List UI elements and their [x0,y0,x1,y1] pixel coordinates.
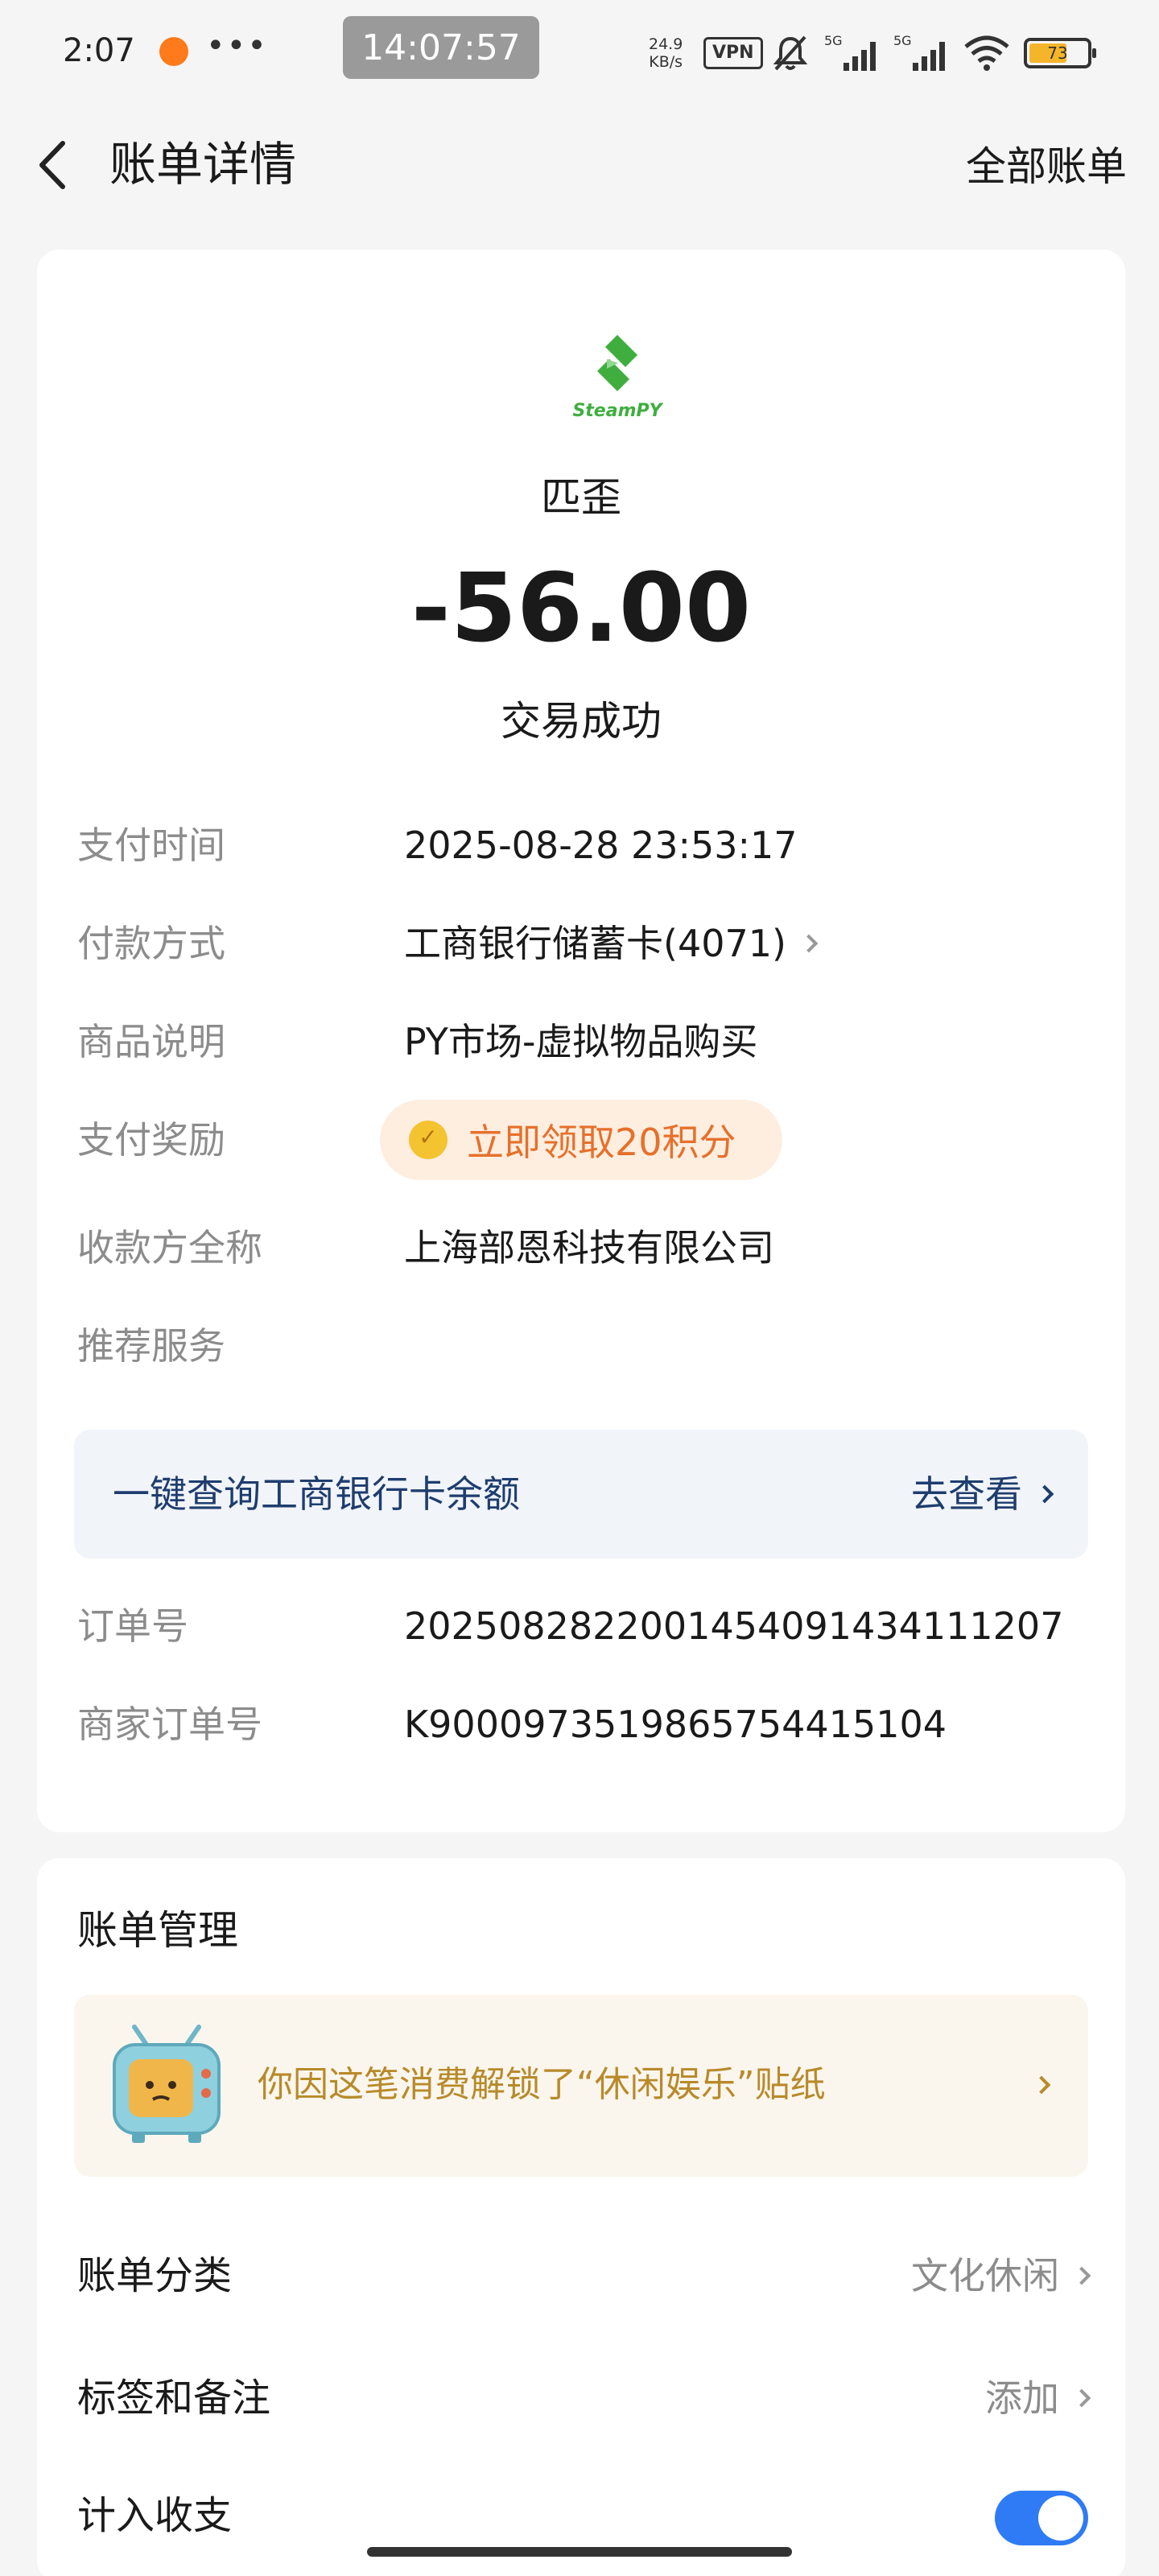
detail-row-recommended: 推荐服务 [77,1314,1085,1378]
bill-category-row[interactable]: 账单分类 文化休闲 [77,2240,1091,2312]
detail-row-description: 商品说明 PY市场-虚拟物品购买 [77,1009,1085,1074]
detail-value: PY市场-虚拟物品购买 [404,1020,758,1063]
detail-value: 工商银行储蓄卡(4071) [404,922,786,965]
detail-value: 2025-08-28 23:53:17 [404,824,798,867]
detail-label: 商品说明 [77,1020,225,1063]
merchant-name: 匹歪 [541,474,621,521]
detail-row-merchant-order-no: 商家订单号 K900097351986575441510­4 [77,1692,1085,1757]
more-notifications-icon: ••• [206,27,268,64]
sticker-text: 你因这笔消费解锁了“休闲娱乐”贴纸 [258,2064,826,2105]
transaction-status: 交易成功 [501,698,662,745]
detail-row-pay-time: 支付时间 2025-08-28 23:53:17 [77,813,1085,877]
battery-icon: 73 [1024,38,1096,68]
bill-management-card: 账单管理 你因这笔消费解锁了“休闲娱乐”贴纸 账单分类 文化休闲 标签和备注 添… [37,1858,1125,2576]
home-indicator[interactable] [367,2547,792,2557]
include-in-stats-toggle[interactable] [995,2491,1088,2545]
status-bar: 2:07 ••• 14:07:57 24.9 KB/s VPN 5G 5G 73 [0,0,1159,105]
detail-value[interactable]: 2025082822001454091434111207 [404,1594,1063,1658]
battery-level: 73 [1047,43,1068,63]
chevron-right-icon [1035,1484,1054,1503]
tv-sticker-icon [113,2025,221,2143]
section-title: 账单管理 [77,1907,238,1954]
claim-points-label: 立即领取20积分 [467,1121,736,1164]
detail-row-order-no: 订单号 2025082822001454091434111207 [77,1594,1085,1658]
wifi-icon [964,35,1009,71]
tags-notes-value: 添加 [985,2376,1059,2420]
status-icons: 5G 5G 73 [769,29,1096,77]
svg-text:5G: 5G [824,33,843,48]
detail-row-payee: 收款方全称 上海部恩科技有限公司 [77,1216,1085,1280]
page-title: 账单详情 [109,137,297,192]
detail-label: 付款方式 [77,922,225,965]
chevron-right-icon [1072,2266,1091,2285]
detail-row-payment-method[interactable]: 付款方式 工商银行储蓄卡(4071) [77,911,1085,976]
bill-amount: -56.00 [410,552,752,663]
network-speed: 24.9 KB/s [649,35,683,71]
coin-icon [409,1121,448,1159]
back-arrow-icon[interactable] [32,137,72,193]
mute-icon [773,35,808,71]
tags-notes-label: 标签和备注 [77,2376,271,2421]
detail-label: 订单号 [77,1604,188,1648]
include-in-stats-label: 计入收支 [77,2493,233,2538]
view-link[interactable]: 去查看 [911,1462,1054,1526]
detail-label: 收款方全称 [77,1226,262,1269]
include-in-stats-row: 计入收支 [77,2479,1088,2552]
nav-header: 账单详情 全部账单 [0,121,1159,209]
vpn-icon: VPN [703,37,763,69]
floating-clock: 14:07:57 [343,16,539,79]
detail-label: 商家订单号 [77,1703,262,1746]
chevron-right-icon [1072,2388,1091,2407]
sticker-banner[interactable]: 你因这笔消费解锁了“休闲娱乐”贴纸 [74,1995,1088,2177]
detail-label: 支付时间 [77,824,225,867]
bill-category-value: 文化休闲 [911,2254,1059,2297]
toggle-knob [1038,2496,1083,2541]
bill-category-label: 账单分类 [77,2253,233,2298]
detail-value[interactable]: K900097351986575441510­4 [404,1692,947,1757]
network-speed-unit: KB/s [649,53,683,71]
view-link-label: 去查看 [911,1472,1022,1516]
bill-detail-card: SteamPY 匹歪 -56.00 交易成功 支付时间 2025-08-28 2… [37,250,1125,1832]
balance-query-title: 一键查询工商银行卡余额 [113,1472,520,1516]
detail-row-reward: 支付奖励 立即领取20积分 [77,1100,1085,1180]
chevron-right-icon [1032,2075,1051,2095]
payment-method-link[interactable]: 工商银行储蓄卡(4071) [404,911,819,976]
detail-value: 上海部恩科技有限公司 [404,1226,774,1269]
svg-text:5G: 5G [893,33,912,48]
signal-5g-icon-2: 5G [893,33,945,71]
notification-dot-icon [159,37,188,66]
merchant-logo-text: SteamPY [572,401,662,421]
detail-label: 推荐服务 [77,1324,225,1368]
network-speed-value: 24.9 [649,35,683,53]
claim-points-button[interactable]: 立即领取20积分 [380,1100,782,1180]
steampy-logo-icon [597,335,637,391]
detail-label: 支付奖励 [77,1118,225,1162]
merchant-logo: SteamPY [533,327,702,431]
signal-5g-icon: 5G [824,33,876,71]
chevron-right-icon [799,934,819,952]
all-bills-link[interactable]: 全部账单 [966,138,1127,195]
tags-notes-row[interactable]: 标签和备注 添加 [77,2362,1091,2434]
balance-query-banner[interactable]: 一键查询工商银行卡余额 去查看 [74,1430,1088,1558]
status-time: 2:07 [63,32,135,69]
